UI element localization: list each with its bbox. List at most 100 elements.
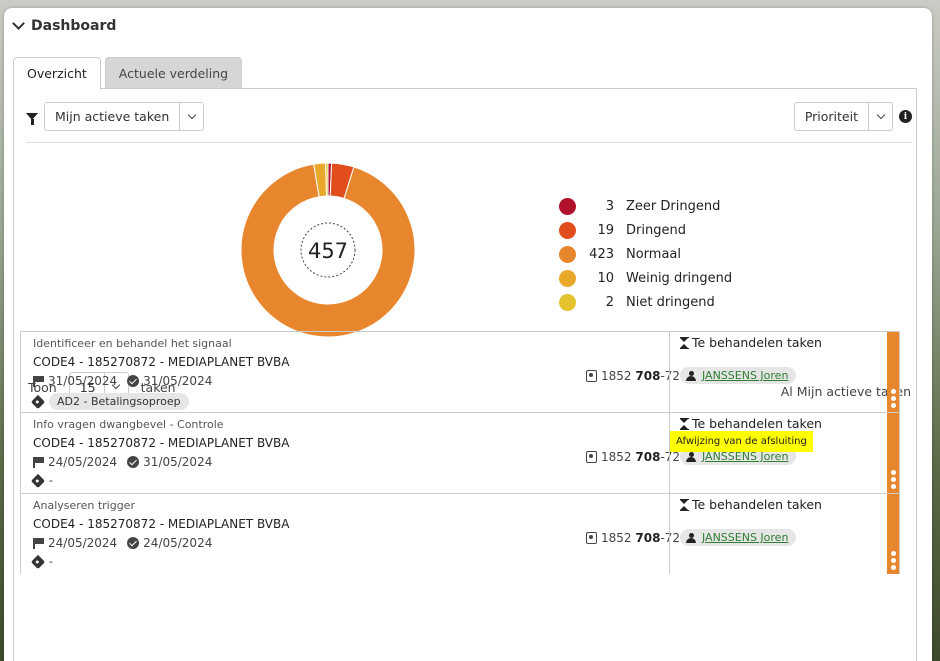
- legend-color-dot: [559, 245, 576, 263]
- legend-item[interactable]: 3 Zeer Dringend: [559, 194, 732, 218]
- dossier-icon: [586, 370, 597, 382]
- task-assignee: JANSSENS Joren: [680, 529, 797, 546]
- legend-item[interactable]: 10 Weinig dringend: [559, 266, 732, 290]
- task-done-date: 31/05/2024: [127, 455, 212, 469]
- filter-row: Mijn actieve taken: [26, 102, 205, 131]
- tab-actuele-verdeling[interactable]: Actuele verdeling: [104, 57, 243, 89]
- dossier-prefix: 1852: [601, 531, 632, 545]
- dot: [890, 565, 896, 570]
- task-tags: AD2 - Betalingsoproep: [30, 393, 189, 410]
- dossier-bold: 708: [635, 369, 661, 383]
- task-status: Te behandelen taken: [680, 416, 822, 431]
- task-status: Te behandelen taken: [680, 497, 822, 512]
- legend-count: 2: [605, 294, 614, 310]
- sort-dropdown-label: Prioriteit: [804, 109, 858, 124]
- task-status-column: Te behandelen taken JANSSENS Joren: [669, 332, 889, 412]
- dot: [890, 470, 896, 475]
- tab-overzicht[interactable]: Overzicht: [13, 57, 101, 90]
- flag-icon: [33, 375, 44, 387]
- chart-legend: 3 Zeer Dringend 19 Dringend 423 Normaal 10 Wein…: [559, 194, 732, 314]
- chevron-down-icon: [187, 110, 197, 119]
- task-status-label: Te behandelen taken: [692, 335, 822, 350]
- check-circle-icon: [127, 456, 140, 468]
- donut-slice-niet-dringend[interactable]: [325, 162, 329, 197]
- tag-icon: [30, 394, 46, 409]
- dashboard-header[interactable]: Dashboard: [12, 17, 117, 34]
- task-done-date-value: 31/05/2024: [143, 455, 213, 469]
- legend-count: 19: [597, 222, 614, 238]
- dashboard-panel: Dashboard Overzicht Actuele verdeling Mi…: [4, 8, 932, 661]
- priority-donut-chart: 457: [240, 162, 416, 338]
- legend-color-dot: [559, 269, 576, 287]
- info-icon[interactable]: i: [899, 110, 912, 123]
- task-row[interactable]: Identificeer en behandel het signaal COD…: [20, 331, 900, 412]
- task-status-label: Te behandelen taken: [692, 416, 822, 431]
- task-tag: AD2 - Betalingsoproep: [49, 393, 189, 410]
- dossier-bold: 708: [635, 531, 661, 545]
- legend-item[interactable]: 2 Niet dringend: [559, 290, 732, 314]
- task-assignee: JANSSENS Joren: [680, 367, 797, 384]
- chevron-down-icon[interactable]: [12, 17, 25, 30]
- task-due-date-value: 24/05/2024: [48, 455, 118, 469]
- task-menu-button[interactable]: [887, 494, 899, 574]
- task-done-date: 31/05/2024: [127, 374, 212, 388]
- dot: [890, 551, 896, 556]
- task-title: Analyseren trigger: [33, 499, 135, 512]
- filter-dropdown-toggle[interactable]: [179, 103, 203, 130]
- dashboard-title: Dashboard: [31, 18, 117, 34]
- legend-label: Dringend: [626, 222, 686, 238]
- legend-label: Zeer Dringend: [626, 198, 721, 214]
- hourglass-icon: [680, 336, 689, 349]
- flag-icon: [33, 537, 44, 549]
- assignee-link[interactable]: JANSSENS Joren: [702, 369, 788, 382]
- legend-item[interactable]: 19 Dringend: [559, 218, 732, 242]
- task-done-date-value: 31/05/2024: [143, 374, 213, 388]
- dot: [890, 477, 896, 482]
- legend-color-dot: [559, 293, 576, 311]
- assignee-link[interactable]: JANSSENS Joren: [702, 531, 788, 544]
- task-row[interactable]: Info vragen dwangbevel - Controle CODE4 …: [20, 412, 900, 493]
- task-status-label: Te behandelen taken: [692, 497, 822, 512]
- sort-dropdown[interactable]: Prioriteit: [793, 102, 893, 131]
- task-menu-button[interactable]: [887, 413, 899, 493]
- check-circle-icon: [127, 375, 140, 387]
- sort-dropdown-toggle[interactable]: [868, 103, 892, 130]
- task-list: Identificeer en behandel het signaal COD…: [20, 331, 900, 574]
- task-tag: -: [49, 474, 53, 487]
- dot: [890, 389, 896, 394]
- chevron-down-icon: [876, 110, 885, 119]
- task-tags: -: [30, 554, 53, 569]
- legend-item[interactable]: 423 Normaal: [559, 242, 732, 266]
- task-row[interactable]: Analyseren trigger CODE4 - 185270872 - M…: [20, 493, 900, 574]
- task-done-date-value: 24/05/2024: [143, 536, 213, 550]
- dossier-prefix: 1852: [601, 369, 632, 383]
- dot: [890, 558, 896, 563]
- task-due-date: 24/05/2024: [33, 536, 117, 550]
- legend-label: Niet dringend: [626, 294, 715, 310]
- legend-label: Normaal: [626, 246, 682, 262]
- task-title: Identificeer en behandel het signaal: [33, 337, 232, 350]
- legend-label: Weinig dringend: [626, 270, 733, 286]
- task-done-date: 24/05/2024: [127, 536, 212, 550]
- task-code: CODE4 - 185270872 - MEDIAPLANET BVBA: [33, 517, 290, 531]
- user-icon: [686, 451, 696, 462]
- task-code: CODE4 - 185270872 - MEDIAPLANET BVBA: [33, 436, 290, 450]
- task-dates: 24/05/2024 31/05/2024: [33, 455, 212, 469]
- dossier-icon: [586, 451, 597, 463]
- legend-count: 10: [597, 270, 614, 286]
- hourglass-icon: [680, 498, 689, 511]
- task-status-column: Te behandelen taken JANSSENS Joren Afwij…: [669, 413, 889, 493]
- task-menu-button[interactable]: [887, 332, 899, 412]
- dot: [890, 484, 896, 489]
- dot: [890, 403, 896, 408]
- check-circle-icon: [127, 537, 140, 549]
- dossier-bold: 708: [635, 450, 661, 464]
- sort-row: Prioriteit i: [793, 102, 912, 131]
- task-due-date: 24/05/2024: [33, 455, 117, 469]
- task-tags: -: [30, 473, 53, 488]
- divider: [26, 142, 912, 143]
- task-tag: -: [49, 555, 53, 568]
- filter-dropdown[interactable]: Mijn actieve taken: [44, 102, 205, 131]
- legend-count: 3: [605, 198, 614, 214]
- task-title: Info vragen dwangbevel - Controle: [33, 418, 224, 431]
